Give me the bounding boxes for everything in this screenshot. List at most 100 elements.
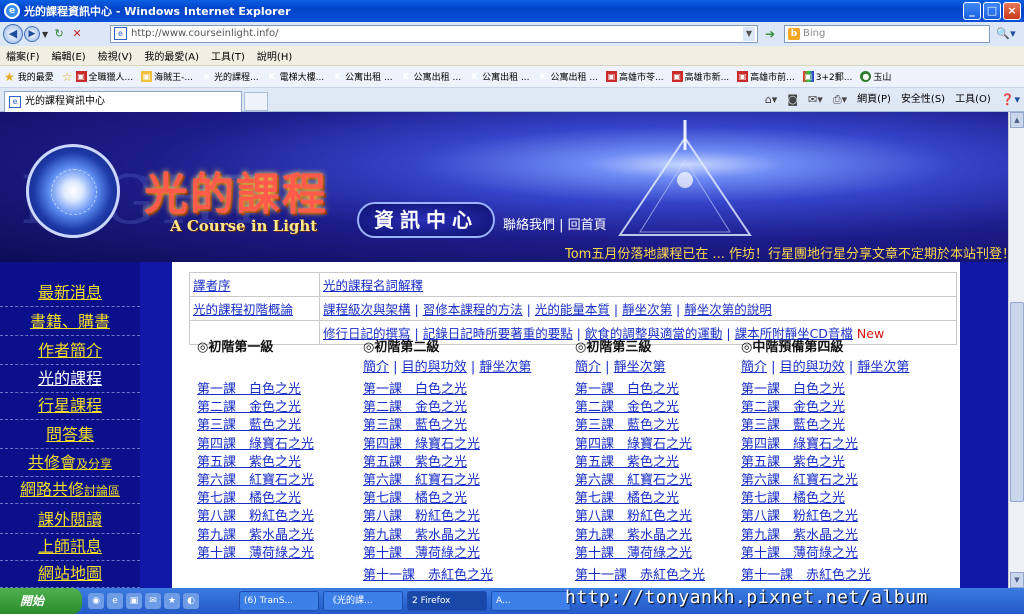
lesson-link[interactable]: 第五課 紫色之光 [363,454,531,472]
nav-latest-news[interactable]: 最新消息 [0,279,140,307]
nav-master-messages[interactable]: 上師訊息 [0,533,140,561]
forward-button[interactable]: ▶ [24,26,40,42]
quick-launch-icon[interactable]: ★ [164,593,180,609]
minimize-button[interactable]: _ [963,2,981,20]
fav-item[interactable]: K 電梯大樓... [267,70,324,83]
lesson-link[interactable]: 第九課 紫水晶之光 [363,527,531,545]
menu-file[interactable]: 檔案(F) [6,48,40,63]
url-input[interactable]: e http://www.courseinlight.info/ ▼ [110,25,758,43]
practice-method-link[interactable]: 習修本課程的方法 [423,302,523,317]
lesson-link[interactable]: 第七課 橘色之光 [741,490,909,508]
menu-edit[interactable]: 編輯(E) [52,48,86,63]
energy-nature-link[interactable]: 光的能量本質 [535,302,610,317]
fav-item[interactable]: K 公寓出租 ... [538,70,598,83]
lesson-link[interactable]: 第二課 金色之光 [741,399,909,417]
lesson-link[interactable]: 第十課 薄荷綠之光 [197,545,314,563]
fav-item[interactable]: ● 玉山 [860,70,891,83]
lesson-link[interactable]: 第八課 粉紅色之光 [575,508,705,526]
feeds-icon[interactable]: ◙ [787,91,798,109]
meditation-link[interactable]: 靜坐次第 [479,360,531,375]
search-input[interactable]: b Bing [784,25,990,43]
fav-item[interactable]: ▣ 高雄市新... [671,70,729,83]
new-tab-button[interactable] [244,92,268,111]
site-logo-icon[interactable] [26,144,120,238]
refresh-icon[interactable]: ↻ [50,25,68,43]
search-icon[interactable]: 🔍▾ [992,25,1020,43]
lesson-link[interactable]: 第七課 橘色之光 [197,490,314,508]
lesson-link[interactable]: 第二課 金色之光 [197,399,314,417]
nav-site-map[interactable]: 網站地圖 [0,560,140,588]
lesson-link[interactable]: 第七課 橘色之光 [575,490,705,508]
lesson-link[interactable]: 第三課 藍色之光 [575,417,705,435]
start-button[interactable]: 開始 [0,588,82,614]
lesson-link[interactable]: 第六課 紅寶石之光 [197,472,314,490]
menu-view[interactable]: 檢視(V) [98,48,133,63]
lesson-link[interactable]: 第十一課 赤紅色之光 [575,567,705,585]
stop-icon[interactable]: ✕ [68,25,86,43]
tools-menu[interactable]: 工具(O) [955,91,991,109]
meditation-link[interactable]: 靜坐次第 [857,360,909,375]
meditation-order-link[interactable]: 靜坐次第 [622,302,672,317]
translator-preface-link[interactable]: 譯者序 [193,278,231,293]
course-structure-link[interactable]: 課程級次與架構 [323,302,411,317]
lesson-link[interactable]: 第一課 白色之光 [197,381,314,399]
help-icon[interactable]: ❓▾ [1001,91,1020,109]
scroll-up-icon[interactable]: ▲ [1010,112,1024,128]
maximize-button[interactable]: □ [983,2,1001,20]
safety-menu[interactable]: 安全性(S) [901,91,945,109]
lesson-link[interactable]: 第六課 紅寶石之光 [363,472,531,490]
glossary-link[interactable]: 光的課程名詞解釋 [323,278,423,293]
quick-launch-icon[interactable]: ✉ [145,593,161,609]
lesson-link[interactable]: 第十課 薄荷綠之光 [741,545,909,563]
lesson-link[interactable]: 第八課 粉紅色之光 [741,508,909,526]
lesson-link[interactable]: 第三課 藍色之光 [363,417,531,435]
nav-author[interactable]: 作者簡介 [0,337,140,365]
lesson-link[interactable]: 第五課 紫色之光 [741,454,909,472]
add-favorite-icon[interactable]: ☆ [62,70,73,84]
nav-planet-course[interactable]: 行星課程 [0,392,140,420]
quick-launch-icon[interactable]: e [107,593,123,609]
fav-item[interactable]: ▣ 高雄市苓... [605,70,664,83]
lesson-link[interactable]: 第四課 綠寶石之光 [197,436,314,454]
purpose-link[interactable]: 目的與功效 [780,360,845,375]
fav-item[interactable]: K 公寓出租 ... [469,70,529,83]
menu-favorites[interactable]: 我的最愛(A) [144,48,199,63]
fav-item[interactable]: ▣ 全職獵人... [75,70,133,83]
lesson-link[interactable]: 第六課 紅寶石之光 [575,472,705,490]
overview-link[interactable]: 光的課程初階概論 [193,302,293,317]
lesson-link[interactable]: 第十一課 赤紅色之光 [741,567,909,585]
fav-item[interactable]: ▣ 3+2郵... [802,70,852,83]
fav-item[interactable]: ▣ 海賊王-... [141,70,193,83]
nav-faq[interactable]: 問答集 [0,421,140,449]
back-button[interactable]: ◀ [3,24,23,44]
quick-launch-icon[interactable]: ◐ [183,593,199,609]
print-icon[interactable]: ⎙▾ [833,91,847,109]
lesson-link[interactable]: 第九課 紫水晶之光 [197,527,314,545]
intro-link[interactable]: 簡介 [363,360,389,375]
taskbar-task[interactable]: 《光的課... [323,591,403,611]
contact-link[interactable]: 聯絡我們 [503,218,555,233]
lesson-link[interactable]: 第一課 白色之光 [575,381,705,399]
url-dropdown-icon[interactable]: ▼ [743,27,755,41]
lesson-link[interactable]: 第一課 白色之光 [741,381,909,399]
go-icon[interactable]: ➔ [762,26,778,42]
nav-extra-reading[interactable]: 課外閱讀 [0,506,140,534]
mail-icon[interactable]: ✉▾ [808,91,823,109]
lesson-link[interactable]: 第四課 綠寶石之光 [363,436,531,454]
lesson-link[interactable]: 第七課 橘色之光 [363,490,531,508]
purpose-link[interactable]: 目的與功效 [402,360,467,375]
intro-link[interactable]: 簡介 [575,360,601,375]
quick-launch-icon[interactable]: ▣ [126,593,142,609]
lesson-link[interactable]: 第八課 粉紅色之光 [197,508,314,526]
lesson-link[interactable]: 第九課 紫水晶之光 [741,527,909,545]
menu-help[interactable]: 說明(H) [257,48,292,63]
scroll-down-icon[interactable]: ▼ [1010,572,1024,588]
nav-course-in-light[interactable]: 光的課程 [0,365,140,393]
meditation-link[interactable]: 靜坐次第 [614,360,666,375]
lesson-link[interactable]: 第三課 藍色之光 [741,417,909,435]
lesson-link[interactable]: 第八課 粉紅色之光 [363,508,531,526]
intro-link[interactable]: 簡介 [741,360,767,375]
lesson-link[interactable]: 第十課 薄荷綠之光 [363,545,531,563]
lesson-link[interactable]: 第三課 藍色之光 [197,417,314,435]
fav-item[interactable]: K 公寓出租 ... [401,70,461,83]
